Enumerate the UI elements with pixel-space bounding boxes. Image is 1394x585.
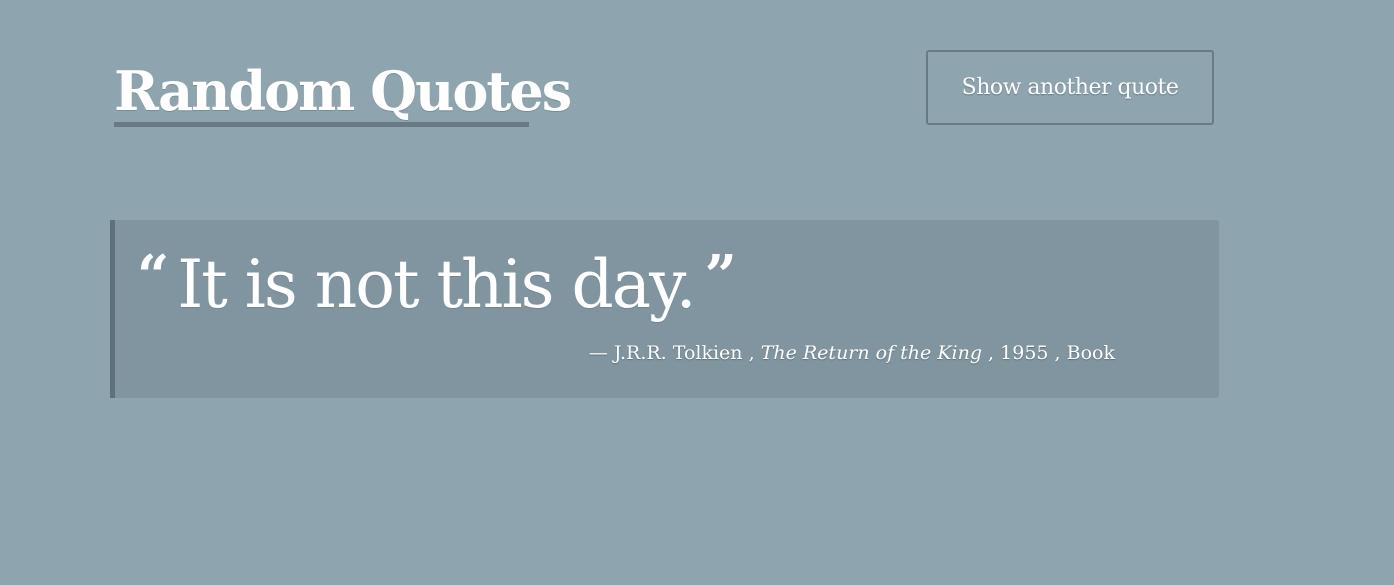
quote-author: J.R.R. Tolkien [613, 342, 743, 364]
page-title: Random Quotes [114, 59, 572, 123]
quote-year: 1955 [1000, 342, 1049, 364]
show-another-quote-button[interactable]: Show another quote [926, 50, 1214, 125]
title-underline [114, 122, 529, 127]
attribution-separator: , [988, 342, 995, 364]
attribution-dash: — [588, 342, 608, 364]
close-quote-icon: ” [704, 243, 737, 309]
quote-attribution: — J.R.R. Tolkien , The Return of the Kin… [589, 341, 1115, 365]
open-quote-icon: “ [137, 243, 170, 309]
quote-card: “It is not this day.” — J.R.R. Tolkien ,… [110, 220, 1219, 398]
quote-text: It is not this day. [177, 246, 696, 323]
attribution-separator: , [748, 342, 755, 364]
attribution-separator: , [1054, 342, 1061, 364]
quote-text-row: “It is not this day.” [137, 240, 737, 330]
quote-source-type: Book [1066, 342, 1115, 364]
quote-work-title: The Return of the King [760, 342, 982, 364]
